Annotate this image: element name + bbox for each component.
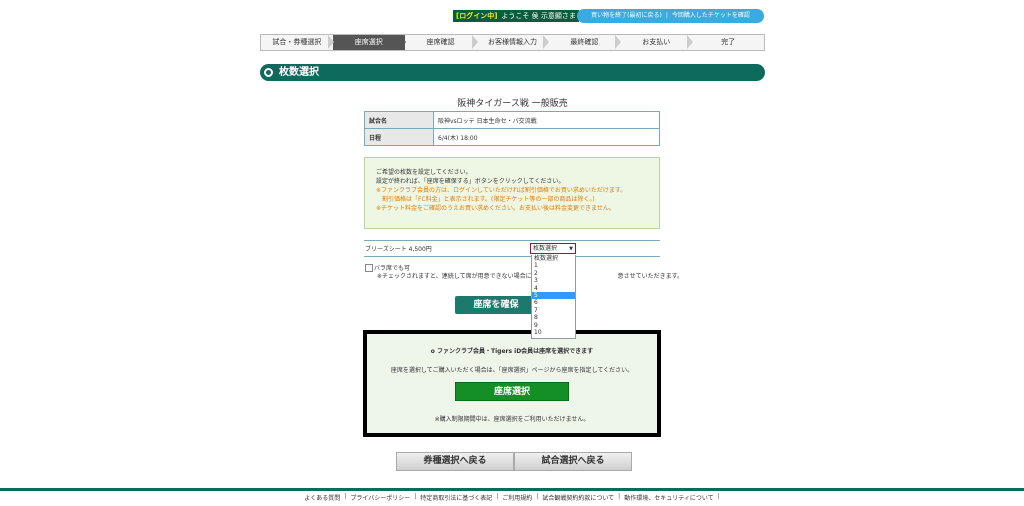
footer-link-faq[interactable]: よくある質問 — [304, 493, 340, 502]
section-header: 枚数選択 — [260, 64, 765, 81]
fanclub-text: 座席を選択してご購入いただく場合は、「座席選択」ページから座席を指定してください… — [390, 367, 634, 374]
footer-link-privacy[interactable]: プライバシーポリシー — [350, 493, 410, 502]
divider — [364, 256, 660, 257]
notice-line-warning: ※チケット料金をご確認のうえお買い求めください。お支払い後は料金変更できません。 — [376, 205, 615, 212]
caret-down-icon: ▼ — [569, 246, 573, 252]
divider — [364, 240, 660, 241]
back-to-game-button[interactable]: 試合選択へ戻る — [514, 452, 632, 471]
quantity-option[interactable]: 2 — [532, 270, 575, 277]
footer-divider — [0, 488, 1024, 491]
fanclub-title: o ファンクラブ会員・Tigers iD会員は座席を選択できます — [363, 346, 661, 355]
progress-steps: 試合・券種選択 座席選択 座席確認 お客様情報入力 最終確認 お支払い 完了 — [260, 34, 765, 51]
footer-link-commerce[interactable]: 特定商取引法に基づく表記 — [420, 493, 492, 502]
footer-separator: | — [618, 493, 621, 500]
step-seat-confirm: 座席確認 — [405, 35, 478, 50]
info-label-game: 試合名 — [364, 111, 434, 129]
footer-separator: | — [414, 493, 417, 500]
quantity-option[interactable]: 4 — [532, 285, 575, 292]
table-row: 日程 6/4(木) 18:00 — [364, 128, 660, 146]
table-row: 試合名 阪神vsロッテ 日本生命セ・パ交流戦 — [364, 111, 660, 129]
quantity-options-list: 枚数選択 1 2 3 4 5 6 7 8 9 10 — [531, 255, 576, 339]
footer-separator: | — [344, 493, 347, 500]
login-tag: [ログイン中] — [456, 12, 498, 20]
event-title: 阪神タイガース戦 一般販売 — [457, 99, 568, 109]
check-ticket-link[interactable]: 今回購入したチケットを確認 — [672, 9, 750, 23]
notice-line: 設定が終われば、「座席を確保する」ボタンをクリックしてください。 — [376, 178, 565, 185]
step-game-ticket: 試合・券種選択 — [261, 35, 334, 50]
scatter-note-tail: 意させていただきます。 — [617, 273, 684, 280]
back-to-ticket-button[interactable]: 券種選択へ戻る — [396, 452, 514, 471]
event-info-table: 試合名 阪神vsロッテ 日本生命セ・パ交流戦 日程 6/4(木) 18:00 — [364, 111, 660, 146]
fanclub-note: ※購入制限期間中は、座席選択をご利用いただけません。 — [434, 416, 590, 423]
seat-select-button[interactable]: 座席選択 — [455, 382, 569, 401]
quantity-option[interactable]: 6 — [532, 299, 575, 306]
step-customer-info: お客様情報入力 — [477, 35, 550, 50]
seat-type-label: ブリーズシート 4,500円 — [365, 246, 432, 253]
footer-link-terms[interactable]: ご利用規約 — [502, 493, 532, 502]
quantity-option[interactable]: 7 — [532, 307, 575, 314]
welcome-text: ようこそ 侯 示意顯さま — [501, 12, 576, 20]
footer-link-environment[interactable]: 動作環境、セキュリティについて — [624, 493, 713, 502]
info-value-game: 阪神vsロッテ 日本生命セ・パ交流戦 — [433, 111, 660, 129]
scatter-note-text: ※チェックされますと、連続して席が用意できない場合に — [377, 273, 532, 280]
fanclub-title-text: ファンクラブ会員・Tigers iD会員は座席を選択できます — [437, 348, 594, 355]
finish-shopping-link[interactable]: 買い物を終了(最初に戻る) — [591, 9, 662, 23]
quantity-option[interactable]: 8 — [532, 314, 575, 321]
scatter-seat-checkbox[interactable] — [365, 264, 373, 272]
scatter-seat-note: ※チェックされますと、連続して席が用意できない場合に 意させていただきます。 — [377, 271, 683, 280]
step-complete: 完了 — [721, 38, 736, 46]
footer-separator: | — [717, 493, 720, 500]
section-title: 枚数選択 — [279, 67, 319, 78]
header-link-divider: | — [665, 12, 668, 19]
footer-links: よくある質問 | プライバシーポリシー | 特定商取引法に基づく表記 | ご利用… — [0, 493, 1024, 502]
instruction-notice: ご希望の枚数を設定してください。 設定が終われば、「座席を確保する」ボタンをクリ… — [364, 157, 660, 229]
info-value-date: 6/4(木) 18:00 — [433, 128, 660, 146]
footer-separator: | — [496, 493, 499, 500]
notice-line: ご希望の枚数を設定してください。 — [376, 169, 472, 176]
step-seat-select: 座席選択 — [332, 35, 406, 50]
login-status: [ログイン中] ようこそ 侯 示意顯さま — [453, 10, 579, 22]
footer-link-contract[interactable]: 試合観戦契約約款について — [542, 493, 614, 502]
header-links: 買い物を終了(最初に戻る) | 今回購入したチケットを確認 — [577, 9, 764, 23]
reserve-seat-button[interactable]: 座席を確保 — [455, 296, 537, 314]
quantity-option-highlighted[interactable]: 5 — [532, 291, 575, 300]
quantity-option[interactable]: 枚数選択 — [532, 255, 575, 262]
quantity-option[interactable]: 1 — [532, 262, 575, 269]
footer-separator: | — [536, 493, 539, 500]
quantity-select[interactable]: 枚数選択 ▼ — [530, 243, 576, 254]
quantity-option[interactable]: 10 — [532, 329, 575, 336]
circle-icon — [264, 68, 273, 77]
notice-line-warning: ※ファンクラブ会員の方は、ログインしていただければ割引価格でお買い求めいただけま… — [376, 187, 627, 194]
step-final-confirm: 最終確認 — [548, 35, 622, 50]
info-label-date: 日程 — [364, 128, 434, 146]
notice-line-warning: 割引価格は「FC料金」と表示されます。(限定チケット等の一部の商品は除く。) — [382, 196, 595, 203]
quantity-option[interactable]: 3 — [532, 277, 575, 284]
quantity-option[interactable]: 9 — [532, 322, 575, 329]
quantity-select-value: 枚数選択 — [533, 245, 558, 252]
step-payment: お支払い — [620, 35, 694, 50]
